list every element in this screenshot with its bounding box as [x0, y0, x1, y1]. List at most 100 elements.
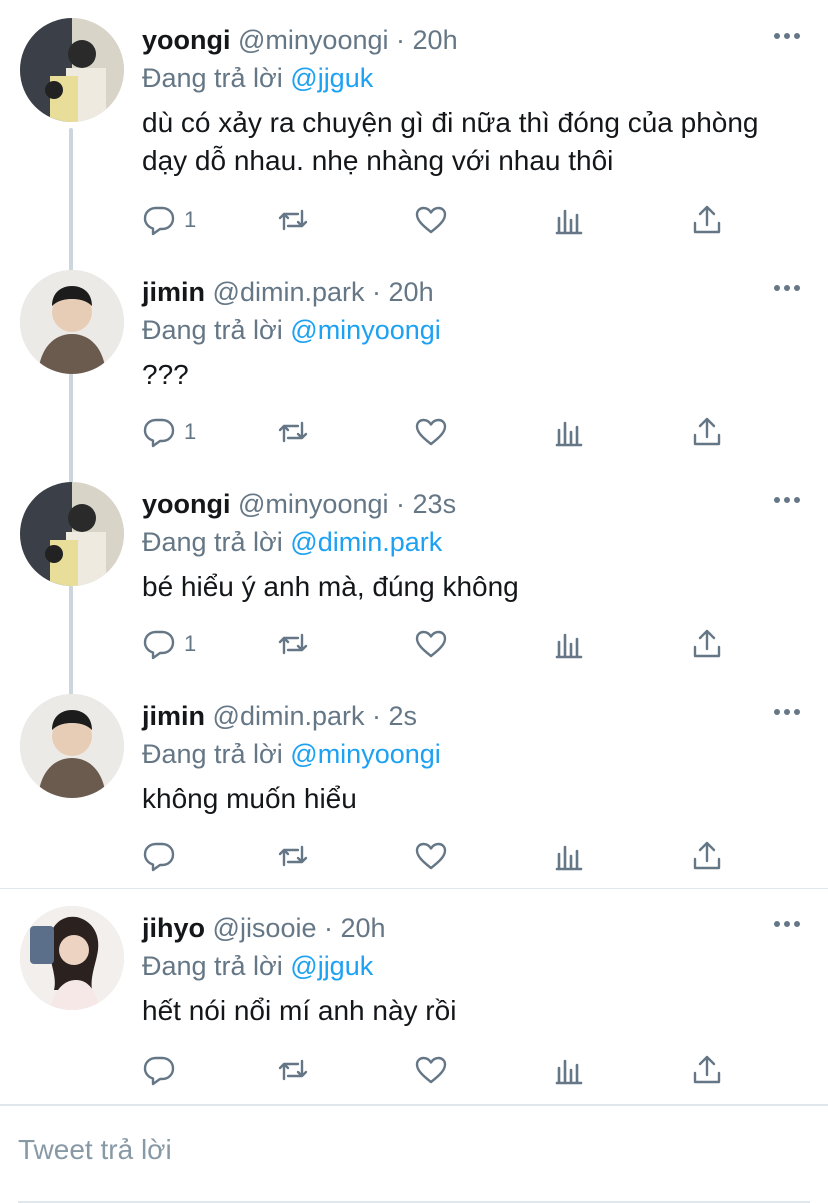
analytics-button[interactable]: [552, 836, 586, 876]
heart-icon: [415, 842, 447, 870]
avatar[interactable]: [20, 482, 124, 586]
retweet-icon: [278, 633, 308, 655]
share-icon: [693, 205, 721, 234]
analytics-icon: [555, 845, 583, 871]
more-icon[interactable]: [772, 702, 802, 722]
timestamp[interactable]: 23s: [413, 489, 457, 519]
share-button[interactable]: [690, 200, 724, 240]
reply-composer: Tweet trả lời: [0, 1104, 828, 1203]
share-button[interactable]: [690, 836, 724, 876]
tweet-text: ???: [142, 359, 189, 390]
reply-mention-link[interactable]: @minyoongi: [290, 315, 440, 345]
user-handle[interactable]: @dimin.park: [213, 701, 365, 731]
action-bar: 1: [142, 624, 742, 664]
reply-icon: [143, 418, 175, 448]
reply-button[interactable]: [142, 1050, 184, 1090]
display-name[interactable]: yoongi: [142, 489, 231, 519]
tweet-header: yoongi @minyoongi · 20h: [142, 20, 458, 60]
replying-to: Đang trả lời @dimin.park: [142, 522, 442, 562]
reply-icon: [143, 206, 175, 236]
retweet-button[interactable]: [276, 200, 310, 240]
share-icon: [693, 629, 721, 658]
tweet-header: jimin @dimin.park · 20h: [142, 272, 434, 312]
reply-mention-link[interactable]: @minyoongi: [290, 739, 440, 769]
user-handle[interactable]: @minyoongi: [238, 25, 388, 55]
more-icon[interactable]: [772, 914, 802, 934]
avatar[interactable]: [20, 906, 124, 1010]
like-button[interactable]: [414, 836, 448, 876]
replying-to: Đang trả lời @jjguk: [142, 58, 373, 98]
tweet[interactable]: yoongi @minyoongi · 23s Đang trả lời @di…: [0, 464, 828, 674]
analytics-button[interactable]: [552, 200, 586, 240]
replying-prefix: Đang trả lời: [142, 739, 283, 769]
action-bar: [142, 1050, 742, 1090]
reply-button[interactable]: [142, 836, 184, 876]
reply-button[interactable]: 1: [142, 200, 196, 240]
reply-button[interactable]: 1: [142, 624, 196, 664]
like-button[interactable]: [414, 412, 448, 452]
timestamp[interactable]: 2s: [389, 701, 418, 731]
timestamp[interactable]: 20h: [389, 277, 434, 307]
separator-dot: ·: [396, 25, 406, 55]
tweet-text: dù có xảy ra chuyện gì đi nữa thì đóng c…: [142, 107, 759, 176]
analytics-icon: [555, 633, 583, 659]
reply-mention-link[interactable]: @jjguk: [290, 951, 373, 981]
analytics-icon: [555, 209, 583, 235]
reply-count: 1: [184, 419, 197, 444]
more-icon[interactable]: [772, 490, 802, 510]
reply-icon: [143, 630, 175, 660]
retweet-icon: [278, 1059, 308, 1081]
display-name[interactable]: yoongi: [142, 25, 231, 55]
like-button[interactable]: [414, 1050, 448, 1090]
reply-mention-link[interactable]: @dimin.park: [290, 527, 442, 557]
share-icon: [693, 417, 721, 446]
tweet-text: bé hiểu ý anh mà, đúng không: [142, 571, 519, 602]
separator-dot: ·: [372, 701, 382, 731]
share-button[interactable]: [690, 1050, 724, 1090]
display-name[interactable]: jimin: [142, 701, 205, 731]
share-button[interactable]: [690, 412, 724, 452]
user-handle[interactable]: @jisooie: [213, 913, 317, 943]
retweet-button[interactable]: [276, 1050, 310, 1090]
action-bar: 1: [142, 200, 742, 240]
like-button[interactable]: [414, 624, 448, 664]
reply-count: 1: [184, 207, 197, 232]
avatar[interactable]: [20, 694, 124, 798]
replying-to: Đang trả lời @minyoongi: [142, 734, 441, 774]
display-name[interactable]: jimin: [142, 277, 205, 307]
retweet-button[interactable]: [276, 624, 310, 664]
retweet-button[interactable]: [276, 836, 310, 876]
action-bar: 1: [142, 412, 742, 452]
avatar[interactable]: [20, 18, 124, 122]
tweet[interactable]: yoongi @minyoongi · 20h Đang trả lời @jj…: [0, 0, 828, 236]
avatar[interactable]: [20, 270, 124, 374]
retweet-button[interactable]: [276, 412, 310, 452]
tweet[interactable]: jimin @dimin.park · 2s Đang trả lời @min…: [0, 676, 828, 886]
tweet[interactable]: jimin @dimin.park · 20h Đang trả lời @mi…: [0, 252, 828, 462]
user-handle[interactable]: @minyoongi: [238, 489, 388, 519]
replying-prefix: Đang trả lời: [142, 63, 283, 93]
reply-mention-link[interactable]: @jjguk: [290, 63, 373, 93]
like-button[interactable]: [414, 200, 448, 240]
analytics-button[interactable]: [552, 624, 586, 664]
replying-prefix: Đang trả lời: [142, 951, 283, 981]
more-icon[interactable]: [772, 278, 802, 298]
tweet[interactable]: jihyo @jisooie · 20h Đang trả lời @jjguk…: [0, 888, 828, 1098]
separator-dot: ·: [324, 913, 333, 943]
user-handle[interactable]: @dimin.park: [213, 277, 365, 307]
replying-prefix: Đang trả lời: [142, 315, 283, 345]
analytics-button[interactable]: [552, 412, 586, 452]
reply-input[interactable]: Tweet trả lời: [18, 1134, 172, 1166]
tweet-text: không muốn hiểu: [142, 783, 357, 814]
display-name[interactable]: jihyo: [142, 913, 205, 943]
timestamp[interactable]: 20h: [341, 913, 386, 943]
more-icon[interactable]: [772, 26, 802, 46]
analytics-button[interactable]: [552, 1050, 586, 1090]
reply-count: 1: [184, 631, 197, 656]
replying-to: Đang trả lời @minyoongi: [142, 310, 441, 350]
share-button[interactable]: [690, 624, 724, 664]
heart-icon: [415, 206, 447, 234]
replying-to: Đang trả lời @jjguk: [142, 946, 373, 986]
timestamp[interactable]: 20h: [413, 25, 458, 55]
reply-button[interactable]: 1: [142, 412, 196, 452]
